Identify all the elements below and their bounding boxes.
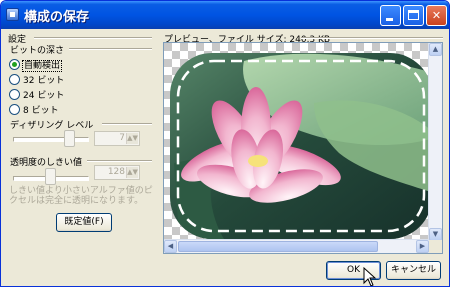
transparency-value: 128: [107, 167, 125, 177]
minimize-button[interactable]: [380, 5, 401, 26]
spin-arrow-icon[interactable]: ▲▼: [126, 167, 138, 178]
defaults-button[interactable]: 既定値(F): [56, 213, 112, 232]
scroll-left-icon[interactable]: ◀: [164, 240, 177, 253]
scroll-corner: [429, 240, 442, 253]
dithering-value: 7: [119, 133, 125, 143]
radio-auto-detect[interactable]: 自動検出: [9, 58, 63, 72]
minimize-icon: [386, 18, 393, 21]
window-title: 構成の保存: [24, 10, 90, 25]
radio-32-bit[interactable]: 32 ビット: [9, 73, 64, 86]
radio-button[interactable]: [9, 74, 20, 85]
dithering-label: ディザリング レベル: [10, 121, 94, 131]
bit-depth-divider: [69, 48, 152, 50]
radio-8-bit-label: 8 ビット: [23, 106, 59, 116]
scroll-right-icon[interactable]: ▶: [416, 240, 429, 253]
radio-32-bit-label: 32 ビット: [23, 76, 65, 86]
radio-24-bit-label: 24 ビット: [23, 91, 65, 101]
transparency-label: 透明度のしきい値: [10, 158, 83, 168]
preview-divider: [301, 37, 443, 39]
preview-pane[interactable]: ▲ ▼ ◀ ▶: [163, 42, 443, 254]
scroll-up-icon[interactable]: ▲: [429, 43, 442, 56]
transparency-divider: [87, 160, 152, 162]
dithering-slider-thumb[interactable]: [64, 130, 75, 147]
close-icon: ✕: [431, 9, 442, 22]
radio-24-bit[interactable]: 24 ビット: [9, 88, 64, 101]
app-icon: [6, 8, 19, 21]
close-button[interactable]: ✕: [426, 5, 447, 26]
dithering-slider-track[interactable]: [13, 137, 89, 142]
mouse-cursor-icon: [363, 267, 377, 286]
transparency-note: しきい値より小さいアルファ値のピクセルは完全に透明になります。: [9, 186, 153, 206]
horizontal-scroll-thumb[interactable]: [178, 241, 378, 252]
preview-image: [164, 43, 429, 241]
cancel-button[interactable]: キャンセル: [386, 261, 441, 280]
dithering-spinbox[interactable]: 7 ▲▼: [94, 131, 140, 146]
bit-depth-label: ビットの深さ: [10, 46, 65, 56]
horizontal-scrollbar[interactable]: ◀ ▶: [164, 239, 429, 253]
radio-button-selected[interactable]: [9, 59, 20, 70]
radio-8-bit[interactable]: 8 ビット: [9, 103, 59, 116]
title-bar[interactable]: 構成の保存 ✕: [1, 1, 449, 29]
dithering-divider: [102, 123, 152, 125]
radio-button[interactable]: [9, 104, 20, 115]
transparency-spinbox[interactable]: 128 ▲▼: [94, 165, 140, 180]
transparency-slider-thumb[interactable]: [45, 168, 56, 185]
settings-divider: [34, 37, 152, 39]
spin-arrow-icon[interactable]: ▲▼: [126, 133, 138, 144]
radio-button[interactable]: [9, 89, 20, 100]
maximize-button[interactable]: [403, 5, 424, 26]
maximize-icon: [408, 10, 419, 20]
radio-auto-detect-label: 自動検出: [21, 60, 63, 72]
save-settings-dialog: 構成の保存 ✕ 設定 ビットの深さ 自動検出 32 ビット 24 ビット 8 ビ…: [0, 0, 450, 287]
vertical-scrollbar[interactable]: ▲ ▼: [428, 43, 442, 241]
